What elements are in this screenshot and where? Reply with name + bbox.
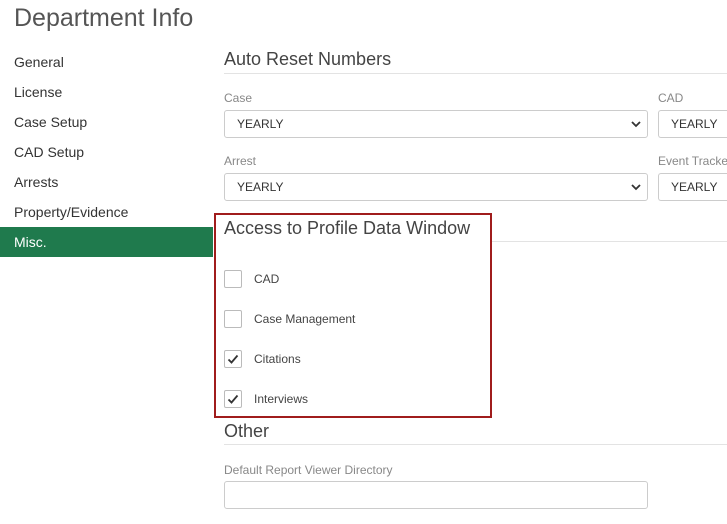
access-title: Access to Profile Data Window bbox=[224, 218, 471, 238]
arrest-reset-value: YEARLY bbox=[237, 180, 284, 194]
cad-checkbox-label: CAD bbox=[254, 272, 280, 286]
sidebar-item-general[interactable]: General bbox=[0, 47, 213, 77]
cad-checkbox[interactable] bbox=[224, 270, 242, 288]
cad-reset-select[interactable]: YEARLY bbox=[658, 110, 727, 138]
auto-reset-title: Auto Reset Numbers bbox=[224, 49, 392, 69]
case-reset-label: Case bbox=[224, 91, 253, 105]
page-title: Department Info bbox=[14, 4, 194, 32]
access-option-citations[interactable]: Citations bbox=[224, 349, 301, 369]
section-divider bbox=[492, 241, 727, 242]
sidebar-item-property-evidence[interactable]: Property/Evidence bbox=[0, 197, 213, 227]
checkmark-icon bbox=[227, 354, 239, 364]
sidebar-item-license[interactable]: License bbox=[0, 77, 213, 107]
citations-checkbox-label: Citations bbox=[254, 352, 301, 366]
cad-reset-value: YEARLY bbox=[671, 117, 718, 131]
event-tracker-reset-select[interactable]: YEARLY bbox=[658, 173, 727, 201]
sidebar-item-misc[interactable]: Misc. bbox=[0, 227, 213, 257]
sidebar-item-arrests[interactable]: Arrests bbox=[0, 167, 213, 197]
arrest-reset-label: Arrest bbox=[224, 154, 257, 168]
viewer-directory-input[interactable] bbox=[224, 481, 648, 509]
access-option-cad[interactable]: CAD bbox=[224, 269, 279, 289]
arrest-reset-select[interactable]: YEARLY bbox=[224, 173, 648, 201]
other-title: Other bbox=[224, 421, 270, 441]
checkmark-icon bbox=[227, 394, 239, 404]
section-divider bbox=[224, 73, 727, 74]
section-divider bbox=[224, 444, 727, 445]
case-management-checkbox[interactable] bbox=[224, 310, 242, 328]
viewer-directory-label: Default Report Viewer Directory bbox=[224, 463, 393, 477]
interviews-checkbox[interactable] bbox=[224, 390, 242, 408]
case-reset-select[interactable]: YEARLY bbox=[224, 110, 648, 138]
access-option-interviews[interactable]: Interviews bbox=[224, 389, 308, 409]
cad-reset-label: CAD bbox=[658, 91, 684, 105]
sidebar-item-cad-setup[interactable]: CAD Setup bbox=[0, 137, 213, 167]
sidebar-item-case-setup[interactable]: Case Setup bbox=[0, 107, 213, 137]
chevron-down-icon bbox=[631, 184, 641, 191]
case-management-checkbox-label: Case Management bbox=[254, 312, 356, 326]
chevron-down-icon bbox=[631, 121, 641, 128]
citations-checkbox[interactable] bbox=[224, 350, 242, 368]
sidebar: General License Case Setup CAD Setup Arr… bbox=[0, 47, 213, 257]
event-tracker-reset-value: YEARLY bbox=[671, 180, 718, 194]
event-tracker-reset-label: Event Tracke bbox=[658, 154, 727, 168]
interviews-checkbox-label: Interviews bbox=[254, 392, 309, 406]
access-option-case-management[interactable]: Case Management bbox=[224, 309, 355, 329]
case-reset-value: YEARLY bbox=[237, 117, 284, 131]
